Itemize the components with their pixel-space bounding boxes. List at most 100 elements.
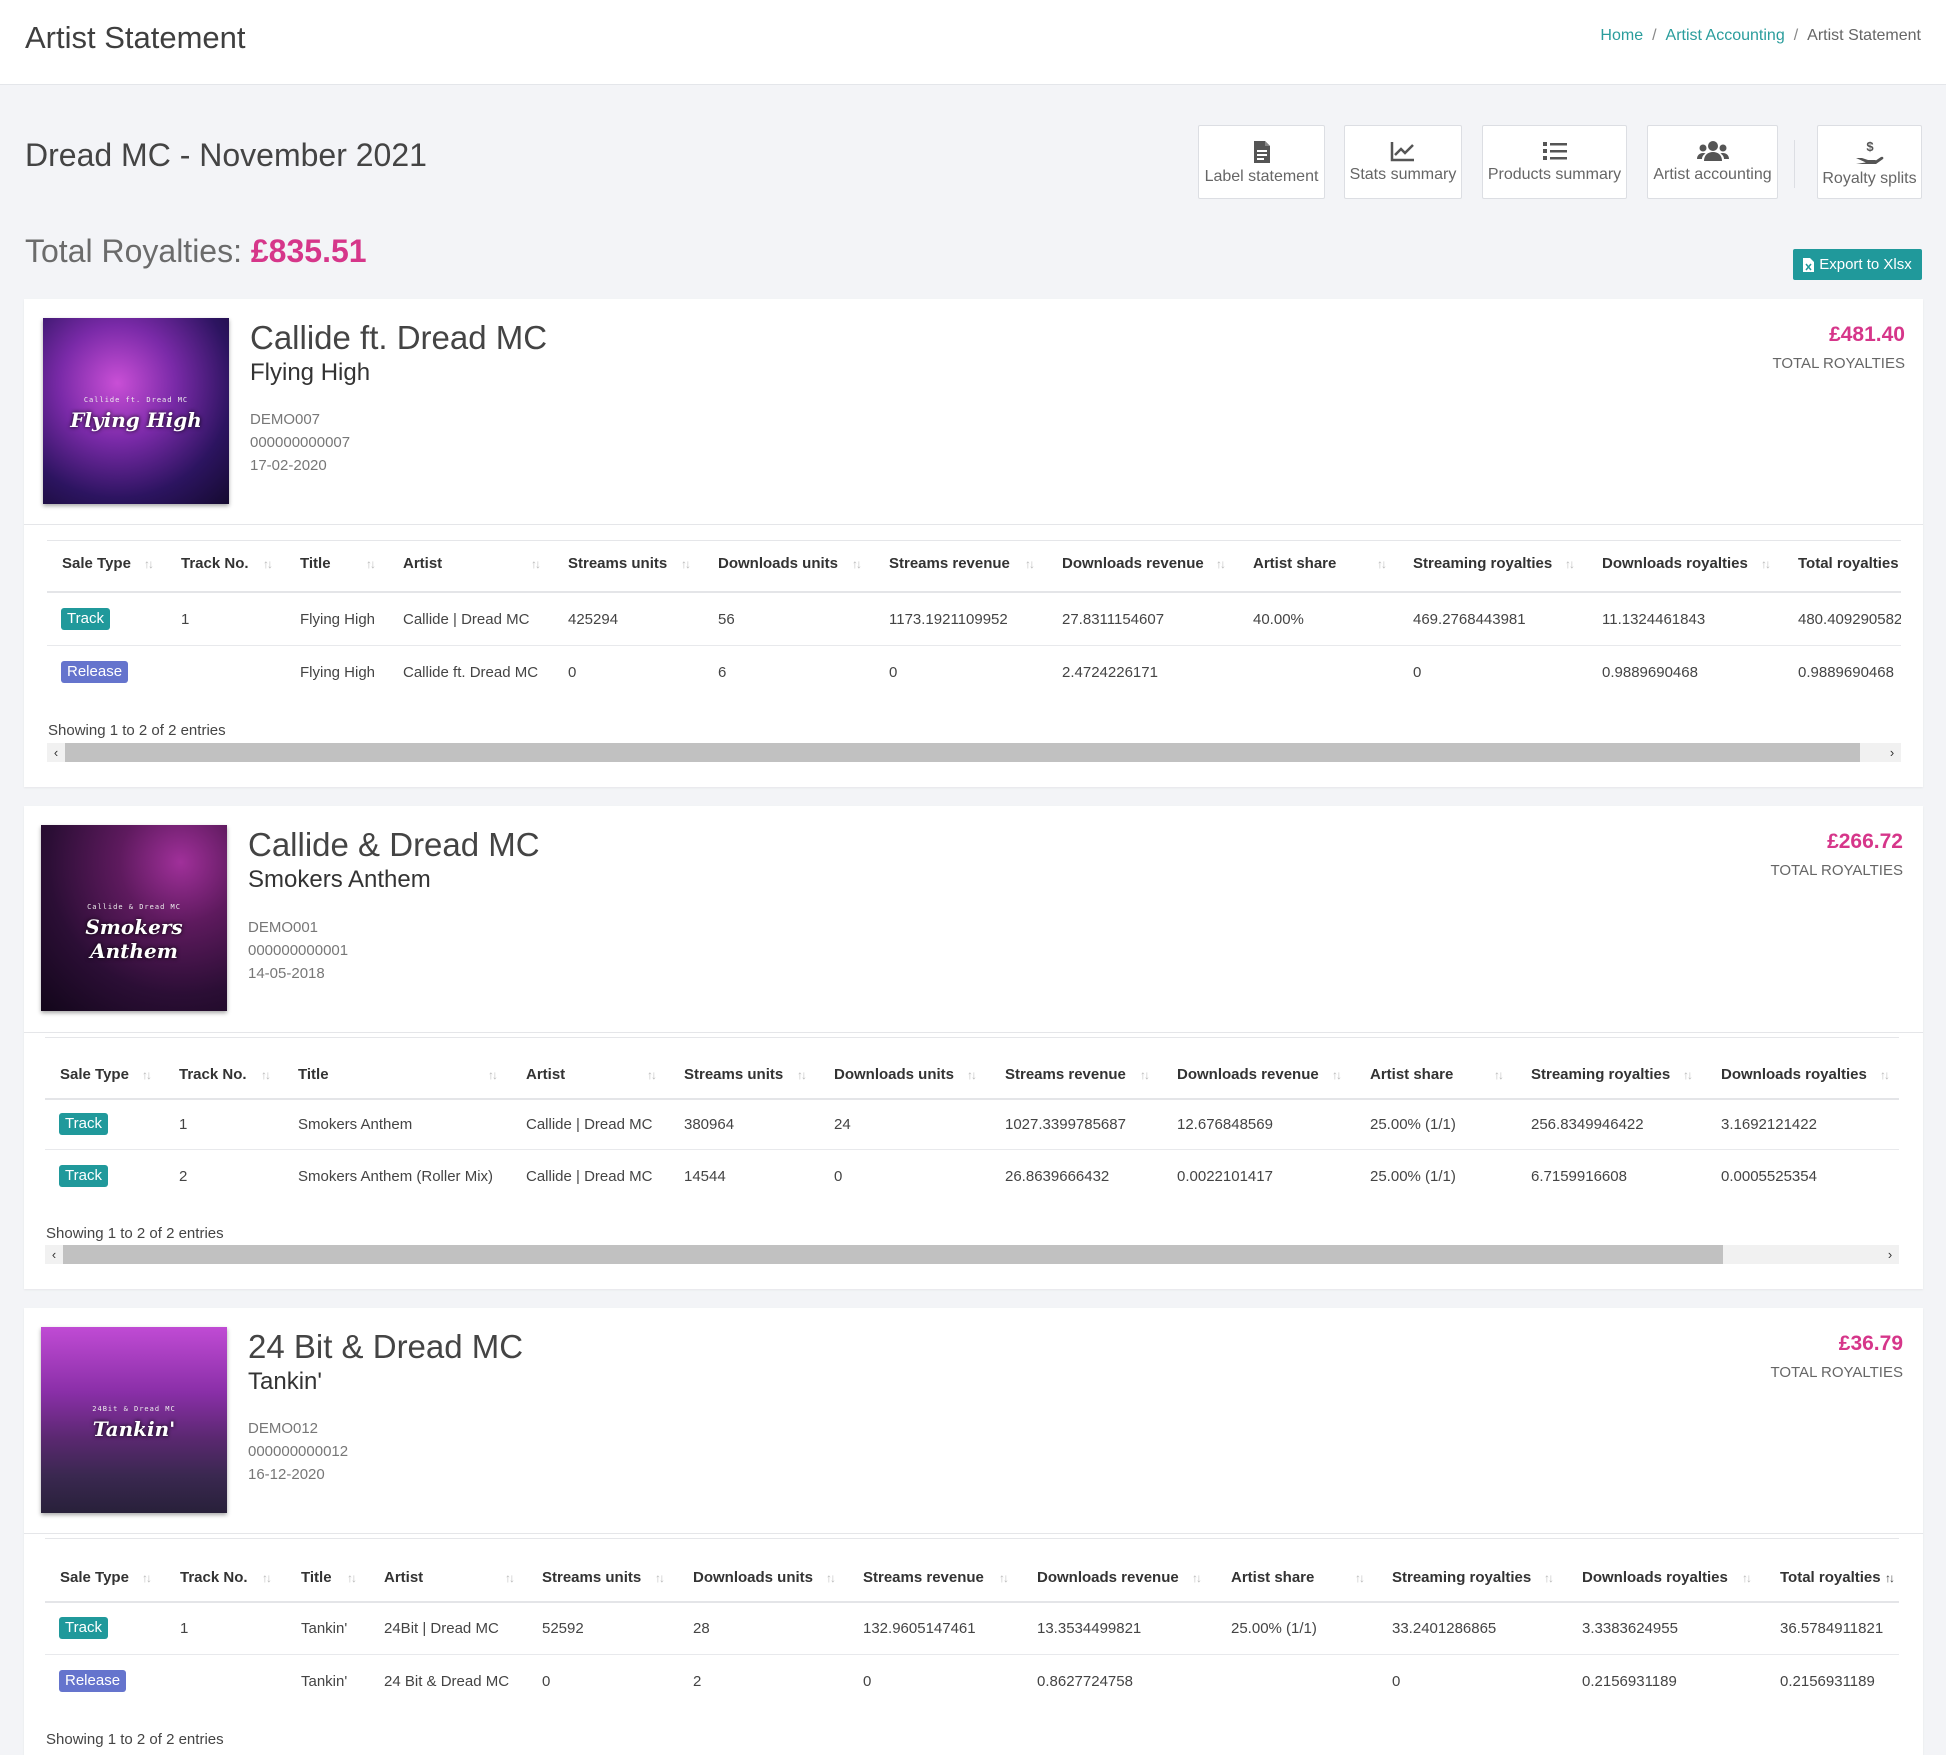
col-streams-units[interactable]: Streams units xyxy=(684,1066,783,1083)
col-artist-share[interactable]: Artist share xyxy=(1253,555,1336,572)
table-top-border xyxy=(45,1037,1899,1038)
royalty-splits-button[interactable]: $ Royalty splits xyxy=(1817,125,1922,199)
cell-artist: Callide | Dread MC xyxy=(526,1116,653,1133)
sort-icon[interactable]: ↑↓ xyxy=(1140,1068,1150,1082)
sort-icon[interactable]: ↑↓ xyxy=(366,557,376,571)
sort-icon[interactable]: ↑↓ xyxy=(1025,557,1035,571)
sort-icon[interactable]: ↑↓ xyxy=(647,1068,657,1082)
sort-icon[interactable]: ↑↓ xyxy=(142,1068,152,1082)
sort-icon[interactable]: ↑↓ xyxy=(1880,1068,1890,1082)
header-border xyxy=(47,591,1901,593)
col-downloads-revenue[interactable]: Downloads revenue xyxy=(1037,1569,1179,1586)
col-streams-revenue[interactable]: Streams revenue xyxy=(1005,1066,1126,1083)
sort-icon[interactable]: ↑↓ xyxy=(1565,557,1575,571)
cell-streaming-royalties: 6.7159916608 xyxy=(1531,1168,1627,1185)
col-track-no[interactable]: Track No. xyxy=(179,1066,247,1083)
cell-streaming-royalties: 469.2768443981 xyxy=(1413,611,1526,628)
col-artist-share[interactable]: Artist share xyxy=(1231,1569,1314,1586)
product-total-label: TOTAL ROYALTIES xyxy=(1770,862,1903,879)
sort-icon[interactable]: ↑↓ xyxy=(1216,557,1226,571)
col-downloads-units[interactable]: Downloads units xyxy=(693,1569,813,1586)
col-streaming-royalties[interactable]: Streaming royalties xyxy=(1531,1066,1670,1083)
sort-icon[interactable]: ↑↓ xyxy=(1192,1571,1202,1585)
sort-icon[interactable]: ↑↓ xyxy=(144,557,154,571)
stats-summary-button[interactable]: Stats summary xyxy=(1344,125,1462,199)
sort-icon[interactable]: ↑↓ xyxy=(1683,1068,1693,1082)
sort-icon[interactable]: ↑↓ xyxy=(505,1571,515,1585)
col-artist[interactable]: Artist xyxy=(384,1569,423,1586)
col-downloads-units[interactable]: Downloads units xyxy=(834,1066,954,1083)
scrollbar-thumb[interactable] xyxy=(63,1245,1723,1264)
col-downloads-royalties[interactable]: Downloads royalties xyxy=(1602,555,1748,572)
col-artist[interactable]: Artist xyxy=(403,555,442,572)
col-total-royalties[interactable]: Total royalties xyxy=(1798,555,1899,572)
product-catalog: DEMO012 xyxy=(248,1420,319,1437)
col-title[interactable]: Title xyxy=(301,1569,332,1586)
col-streams-revenue[interactable]: Streams revenue xyxy=(889,555,1010,572)
products-summary-button[interactable]: Products summary xyxy=(1482,125,1627,199)
col-sale-type[interactable]: Sale Type xyxy=(62,555,131,572)
sort-icon[interactable]: ↑↓ xyxy=(263,557,273,571)
sort-icon[interactable]: ↑↓ xyxy=(262,1571,272,1585)
sort-icon[interactable]: ↑↓ xyxy=(1355,1571,1365,1585)
col-downloads-royalties[interactable]: Downloads royalties xyxy=(1582,1569,1728,1586)
artist-accounting-button[interactable]: Artist accounting xyxy=(1647,125,1778,199)
col-streams-units[interactable]: Streams units xyxy=(542,1569,641,1586)
col-sale-type[interactable]: Sale Type xyxy=(60,1066,129,1083)
col-downloads-revenue[interactable]: Downloads revenue xyxy=(1062,555,1204,572)
sort-icon[interactable]: ↑↓ xyxy=(1494,1068,1504,1082)
sort-icon[interactable]: ↑↓ xyxy=(797,1068,807,1082)
sort-icon[interactable]: ↑↓ xyxy=(488,1068,498,1082)
sort-icon[interactable]: ↑↓ xyxy=(1377,557,1387,571)
sort-icon[interactable]: ↑↓ xyxy=(1742,1571,1752,1585)
col-artist-share[interactable]: Artist share xyxy=(1370,1066,1453,1083)
col-downloads-royalties[interactable]: Downloads royalties xyxy=(1721,1066,1867,1083)
col-streaming-royalties[interactable]: Streaming royalties xyxy=(1392,1569,1531,1586)
cell-track-no: 1 xyxy=(180,1620,189,1637)
col-sale-type[interactable]: Sale Type xyxy=(60,1569,129,1586)
sort-icon[interactable]: ↑↓ xyxy=(655,1571,665,1585)
col-track-no[interactable]: Track No. xyxy=(181,555,249,572)
col-streams-revenue[interactable]: Streams revenue xyxy=(863,1569,984,1586)
sort-icon[interactable]: ↑↓ xyxy=(261,1068,271,1082)
royalties-table: Sale Type ↑↓ Track No. ↑↓ Title ↑↓ Artist ↑↓… xyxy=(45,1538,1899,1755)
col-streams-units[interactable]: Streams units xyxy=(568,555,667,572)
col-artist[interactable]: Artist xyxy=(526,1066,565,1083)
horizontal-scrollbar[interactable]: ‹ › xyxy=(47,743,1901,762)
breadcrumb-home[interactable]: Home xyxy=(1600,27,1643,44)
export-xlsx-button[interactable]: Export to Xlsx xyxy=(1793,249,1922,280)
label-statement-button[interactable]: Label statement xyxy=(1198,125,1325,199)
sort-icon[interactable]: ↑↓ xyxy=(681,557,691,571)
sort-icon[interactable]: ↑↓ xyxy=(1332,1068,1342,1082)
col-track-no[interactable]: Track No. xyxy=(180,1569,248,1586)
horizontal-scrollbar[interactable]: ‹ › xyxy=(45,1245,1899,1264)
cell-artist: 24 Bit & Dread MC xyxy=(384,1673,510,1690)
breadcrumb-current: Artist Statement xyxy=(1807,27,1921,44)
col-title[interactable]: Title xyxy=(298,1066,329,1083)
sort-desc-icon[interactable]: ↑↓ xyxy=(1885,1571,1895,1585)
col-streaming-royalties[interactable]: Streaming royalties xyxy=(1413,555,1552,572)
cell-downloads-revenue: 0.8627724758 xyxy=(1037,1673,1133,1690)
col-downloads-units[interactable]: Downloads units xyxy=(718,555,838,572)
sort-icon[interactable]: ↑↓ xyxy=(347,1571,357,1585)
sort-icon[interactable]: ↑↓ xyxy=(1544,1571,1554,1585)
cell-title: Smokers Anthem xyxy=(298,1116,413,1133)
col-total-royalties[interactable]: Total royalties xyxy=(1780,1569,1881,1586)
scroll-right-icon[interactable]: › xyxy=(1881,1245,1899,1264)
breadcrumb-artist-accounting[interactable]: Artist Accounting xyxy=(1666,27,1785,44)
sort-icon[interactable]: ↑↓ xyxy=(1761,557,1771,571)
sort-icon[interactable]: ↑↓ xyxy=(531,557,541,571)
scroll-left-icon[interactable]: ‹ xyxy=(47,743,65,762)
scroll-left-icon[interactable]: ‹ xyxy=(45,1245,63,1264)
sort-icon[interactable]: ↑↓ xyxy=(999,1571,1009,1585)
scroll-right-icon[interactable]: › xyxy=(1883,743,1901,762)
sort-icon[interactable]: ↑↓ xyxy=(142,1571,152,1585)
sort-icon[interactable]: ↑↓ xyxy=(826,1571,836,1585)
col-title[interactable]: Title xyxy=(300,555,331,572)
scrollbar-thumb[interactable] xyxy=(65,743,1860,762)
sort-icon[interactable]: ↑↓ xyxy=(967,1068,977,1082)
cover-artist-text: Callide & Dread MC xyxy=(87,903,181,911)
sort-icon[interactable]: ↑↓ xyxy=(852,557,862,571)
col-downloads-revenue[interactable]: Downloads revenue xyxy=(1177,1066,1319,1083)
cell-artist-share: 40.00% xyxy=(1253,611,1304,628)
